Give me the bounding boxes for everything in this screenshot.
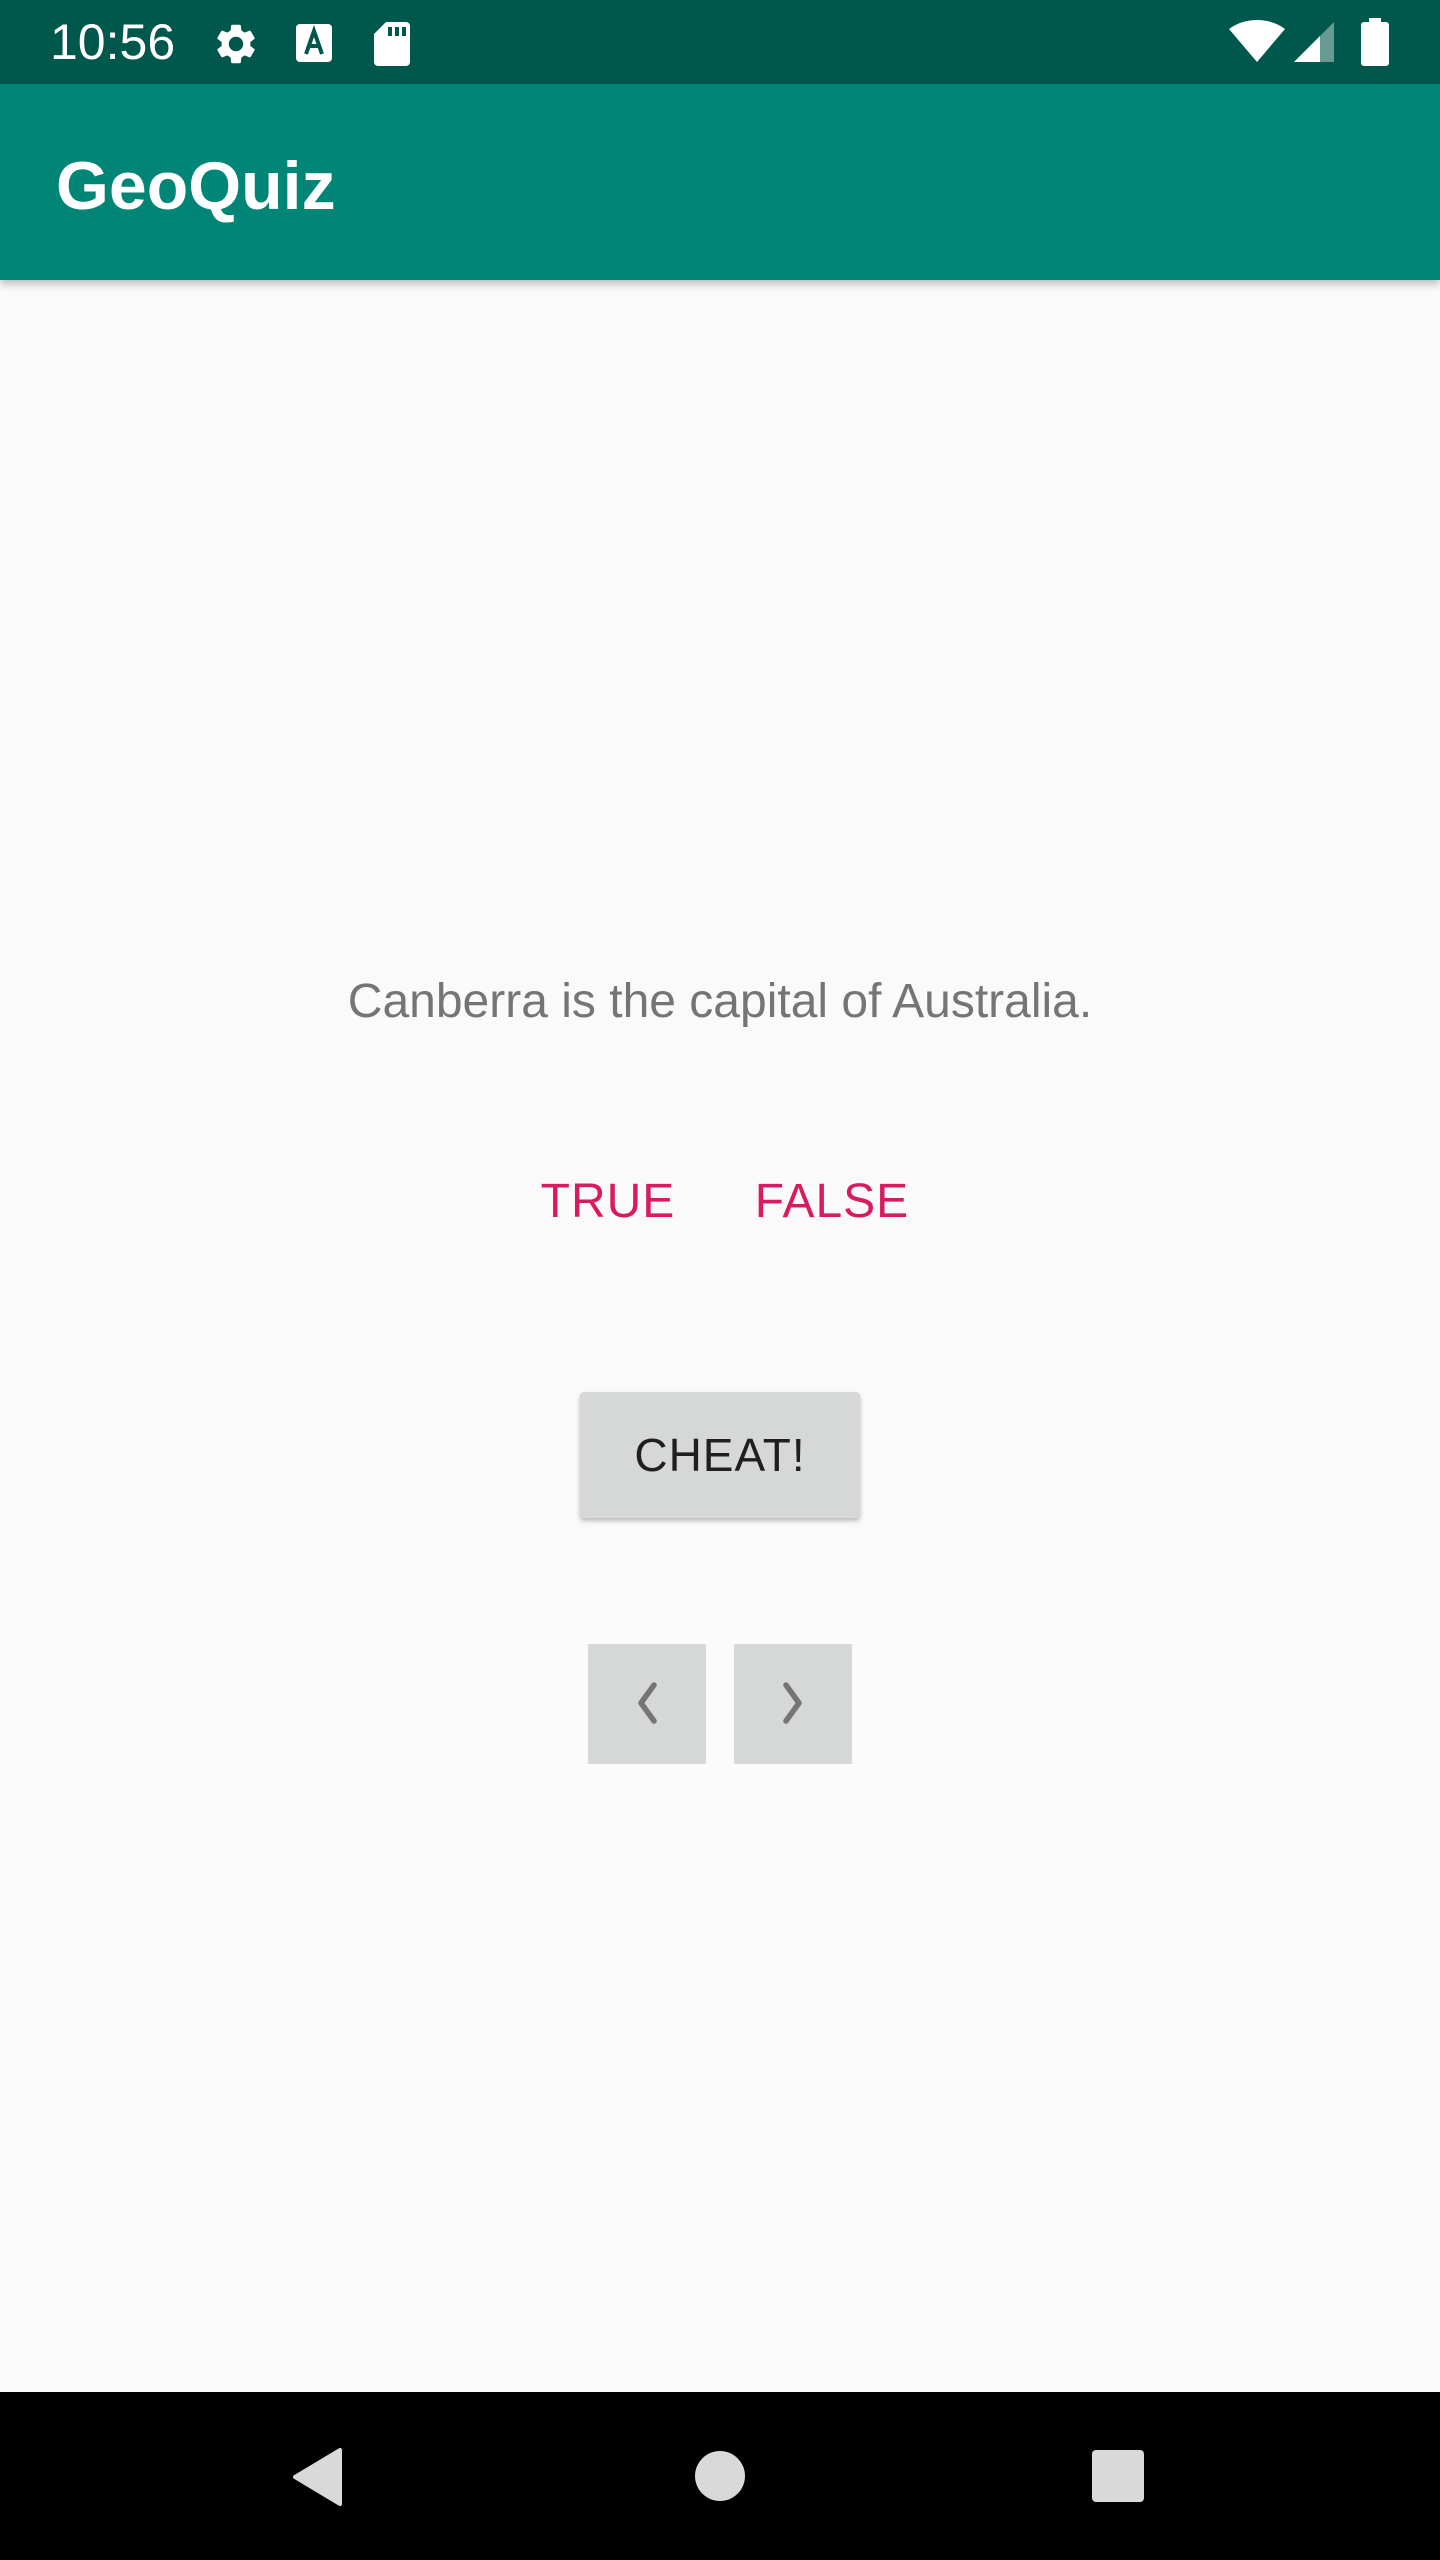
- font-a-icon: [294, 22, 334, 69]
- wifi-icon: [1228, 20, 1286, 69]
- status-time: 10:56: [50, 14, 176, 70]
- cell-signal-icon: [1292, 20, 1336, 69]
- false-button[interactable]: FALSE: [750, 1162, 914, 1242]
- chevron-left-icon: [635, 1681, 659, 1728]
- prev-button[interactable]: [588, 1644, 706, 1764]
- battery-icon: [1360, 18, 1390, 71]
- app-bar: GeoQuiz: [0, 84, 1440, 280]
- cheat-button[interactable]: CHEAT!: [580, 1392, 860, 1518]
- sd-card-icon: [372, 20, 412, 71]
- true-button[interactable]: TRUE: [530, 1162, 686, 1242]
- chevron-right-icon: [781, 1681, 805, 1728]
- recents-icon[interactable]: [1092, 2450, 1144, 2507]
- question-text: Canberra is the capital of Australia.: [347, 975, 1093, 1028]
- back-icon[interactable]: [290, 2446, 344, 2513]
- system-nav-bar: [0, 2392, 1440, 2560]
- screen: 10:56 GeoQuiz Canberra is the capital of…: [0, 0, 1440, 2560]
- home-icon[interactable]: [694, 2450, 746, 2507]
- next-button[interactable]: [734, 1644, 852, 1764]
- gear-icon: [212, 20, 260, 73]
- status-bar: 10:56: [0, 0, 1440, 84]
- app-title: GeoQuiz: [56, 148, 336, 224]
